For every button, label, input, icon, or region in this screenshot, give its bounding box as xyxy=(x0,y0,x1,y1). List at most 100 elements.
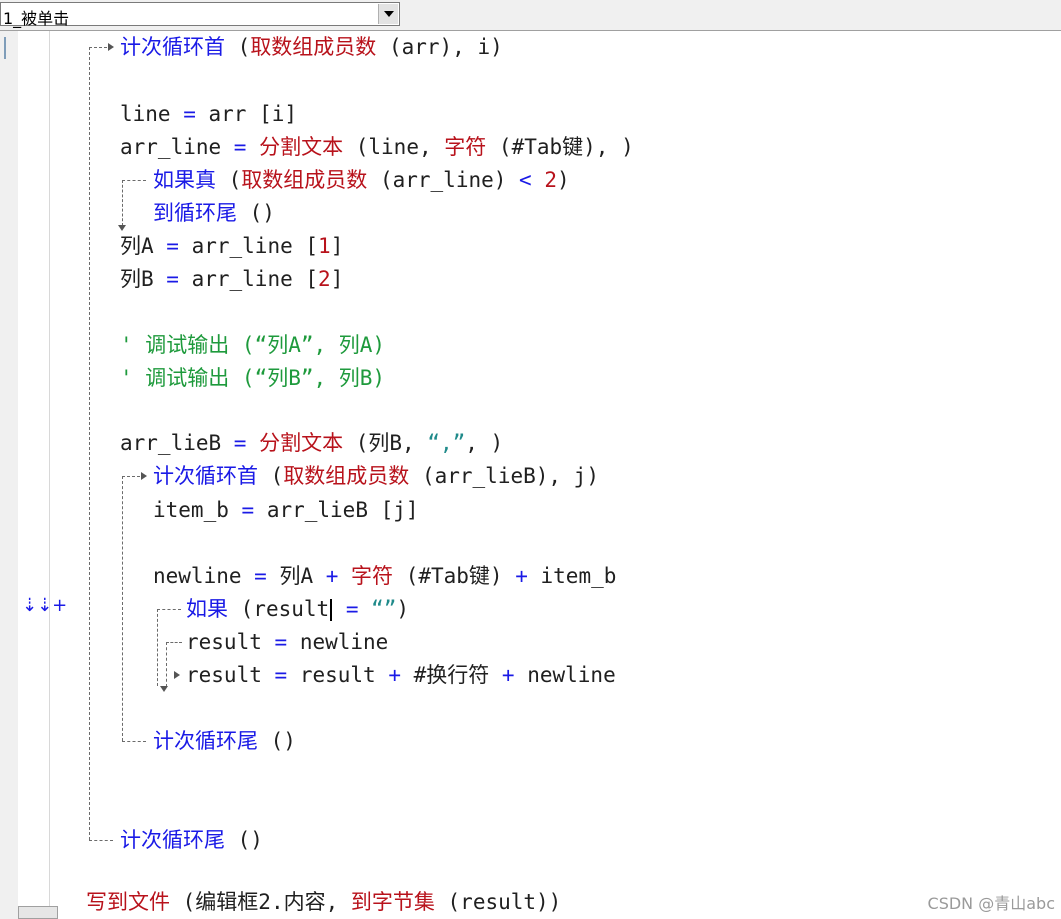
code-token: + xyxy=(501,663,528,687)
code-token: 列B xyxy=(120,267,167,291)
outer-loop-guide-top xyxy=(89,47,107,48)
code-token: 2 xyxy=(318,267,331,291)
code-token: ( xyxy=(237,35,251,59)
code-token: + xyxy=(515,564,541,588)
code-line-19[interactable]: 写到文件 (编辑框2.内容, 到字节集 (result)) xyxy=(86,889,561,915)
code-token: newline xyxy=(153,564,255,588)
code-token: < xyxy=(519,168,545,192)
code-token: (#Tab键) xyxy=(405,564,516,588)
code-token: 如果 xyxy=(186,597,241,621)
code-token: arr_lieB xyxy=(120,431,234,455)
code-line-14-tail: = “”) xyxy=(333,597,409,621)
code-line-16[interactable]: result = result + #换行符 + newline xyxy=(186,662,616,688)
code-token: “” xyxy=(371,597,397,621)
code-token: (result xyxy=(240,597,330,621)
code-token: (arr_line) xyxy=(367,168,520,192)
if-guide-top xyxy=(157,609,181,610)
code-token: 写到文件 xyxy=(86,890,183,914)
code-token: 计次循环首 xyxy=(120,35,238,59)
code-token: ' 调试输出 (“列A”, 列A) xyxy=(120,333,386,357)
code-line-7[interactable]: 列B = arr_line [2] xyxy=(120,266,343,292)
code-line-11[interactable]: 计次循环首 (取数组成员数 (arr_lieB), j) xyxy=(153,463,599,489)
if-guide xyxy=(157,609,158,686)
code-token: + xyxy=(388,663,414,687)
inner-loop-guide xyxy=(122,476,123,741)
code-line-18[interactable]: 计次循环尾 () xyxy=(120,827,263,853)
inner-loop-arrow-icon xyxy=(141,472,147,480)
if-true-arrow-icon xyxy=(118,225,126,231)
code-token: () xyxy=(249,201,275,225)
code-token: = xyxy=(274,663,300,687)
code-token: = xyxy=(254,564,280,588)
code-line-14-head: 如果 (result xyxy=(186,597,329,621)
code-line-12[interactable]: item_b = arr_lieB [j] xyxy=(153,497,419,523)
code-token: (line, xyxy=(355,135,445,159)
code-line-5[interactable]: 到循环尾 () xyxy=(153,200,275,226)
code-token: ) xyxy=(396,597,410,621)
code-line-9[interactable]: ' 调试输出 (“列B”, 列B) xyxy=(120,365,385,391)
code-token: #换行符 xyxy=(413,663,502,687)
code-token: (编辑框2.内容, xyxy=(182,890,351,914)
horizontal-scrollbar[interactable] xyxy=(18,906,58,919)
code-token: (#Tab键), ) xyxy=(498,135,634,159)
code-token: 字符 xyxy=(444,135,499,159)
code-token: ( xyxy=(270,464,284,488)
code-token: (result)) xyxy=(447,890,562,914)
code-line-3[interactable]: arr_line = 分割文本 (line, 字符 (#Tab键), ) xyxy=(120,134,634,160)
code-line-17[interactable]: 计次循环尾 () xyxy=(153,728,296,754)
code-line-14[interactable]: 如果 (result = “”) xyxy=(186,596,409,622)
code-line-2[interactable]: line = arr [i] xyxy=(120,101,297,127)
code-line-1[interactable]: 计次循环首 (取数组成员数 (arr), i) xyxy=(120,34,503,60)
code-token: ' 调试输出 (“列B”, 列B) xyxy=(120,366,386,390)
code-token: () xyxy=(270,729,296,753)
if-branch-guide-mid xyxy=(166,642,182,643)
inner-loop-guide-top xyxy=(122,476,140,477)
code-token: = xyxy=(183,102,209,126)
code-editor[interactable]: 计次循环首 (取数组成员数 (arr), i) line = arr [i] a… xyxy=(0,0,1061,919)
code-token: 到字节集 xyxy=(350,890,448,914)
code-token: 取数组成员数 xyxy=(250,35,377,59)
code-token: = xyxy=(241,498,267,522)
code-token: ) xyxy=(556,168,570,192)
code-token: 2 xyxy=(544,168,557,192)
code-token: = xyxy=(166,267,192,291)
code-line-4[interactable]: 如果真 (取数组成员数 (arr_line) < 2) xyxy=(153,167,570,193)
code-token: “,” xyxy=(427,431,466,455)
code-token: , ) xyxy=(465,431,504,455)
code-token: () xyxy=(237,828,263,852)
code-token: [ xyxy=(305,234,319,258)
code-token: 如果真 xyxy=(153,168,229,192)
if-true-guide-top xyxy=(122,180,146,181)
code-token: 字符 xyxy=(351,564,406,588)
code-token: (列B, xyxy=(355,431,428,455)
code-token: arr xyxy=(208,102,260,126)
code-line-6[interactable]: 列A = arr_line [1] xyxy=(120,233,343,259)
code-token: result xyxy=(186,663,275,687)
code-token: 取数组成员数 xyxy=(283,464,410,488)
code-token: 分割文本 xyxy=(259,431,356,455)
code-token: 计次循环尾 xyxy=(153,729,271,753)
code-token: 计次循环首 xyxy=(153,464,271,488)
code-token: arr_line xyxy=(120,135,234,159)
code-token: ( xyxy=(228,168,242,192)
code-token: = xyxy=(233,431,260,455)
code-token: 计次循环尾 xyxy=(120,828,238,852)
code-token: 分割文本 xyxy=(259,135,356,159)
code-token: newline xyxy=(527,663,616,687)
code-token: 列A xyxy=(120,234,167,258)
code-token: + xyxy=(325,564,352,588)
code-token: = xyxy=(166,234,192,258)
if-branch-guide xyxy=(166,642,167,687)
code-token: [ xyxy=(305,267,319,291)
code-line-10[interactable]: arr_lieB = 分割文本 (列B, “,”, ) xyxy=(120,430,503,456)
code-line-15[interactable]: result = newline xyxy=(186,629,388,655)
code-token: arr_line xyxy=(191,267,306,291)
if-true-guide xyxy=(122,180,123,226)
code-token: = xyxy=(233,135,260,159)
code-line-8[interactable]: ' 调试输出 (“列A”, 列A) xyxy=(120,332,385,358)
code-token: result xyxy=(299,663,389,687)
code-token: arr_line xyxy=(191,234,306,258)
code-line-13[interactable]: newline = 列A + 字符 (#Tab键) + item_b xyxy=(153,563,616,589)
code-token: = xyxy=(274,630,300,654)
code-token: 列A xyxy=(279,564,326,588)
